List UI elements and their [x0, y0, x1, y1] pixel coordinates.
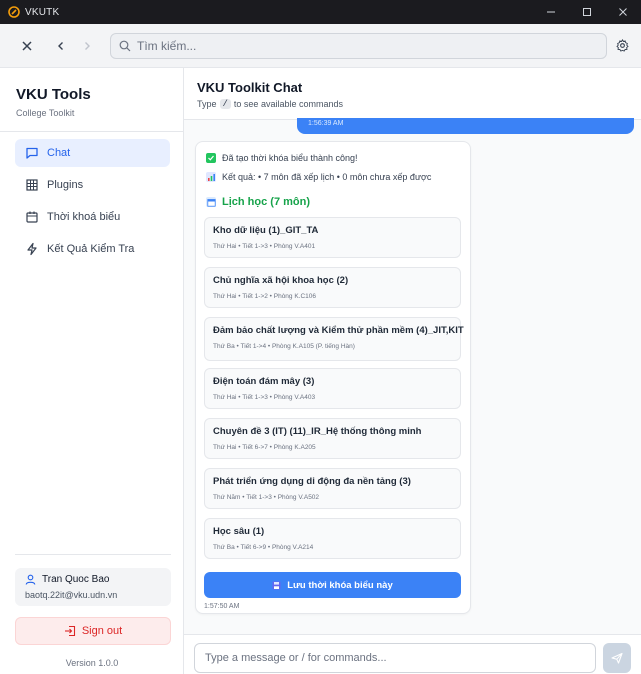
- course-card: Điện toán đám mây (3) Thứ Hai • Tiết 1->…: [204, 368, 461, 409]
- user-name-row: Tran Quoc Bao: [25, 574, 161, 585]
- bot-message-bubble: Đã tạo thời khóa biểu thành công! Kết qu…: [195, 141, 471, 614]
- user-name: Tran Quoc Bao: [42, 574, 110, 585]
- chevron-right-icon: [85, 41, 90, 50]
- sign-out-button[interactable]: Sign out: [15, 617, 171, 645]
- back-button[interactable]: [48, 33, 74, 59]
- app-logo-icon: [8, 6, 20, 18]
- course-name: Kho dữ liệu (1)_GIT_TA: [213, 225, 319, 236]
- chat-subtitle-before: Type: [197, 99, 217, 109]
- user-email: baotq.22it@vku.udn.vn: [25, 590, 118, 600]
- schedule-title-text: Lịch học (7 môn): [222, 196, 310, 208]
- send-icon: [611, 652, 623, 664]
- course-card: Đảm bảo chất lượng và Kiểm thử phần mềm …: [204, 317, 464, 361]
- save-timetable-button[interactable]: Lưu thời khóa biểu này: [204, 572, 461, 598]
- sidebar-divider: [0, 131, 184, 132]
- sidebar-item-timetable[interactable]: Thời khoá biểu: [15, 203, 170, 231]
- send-button[interactable]: [603, 643, 631, 673]
- course-card: Chủ nghĩa xã hội khoa học (2) Thứ Hai • …: [204, 267, 461, 308]
- save-timetable-label: Lưu thời khóa biểu này: [287, 579, 393, 591]
- result-line: Kết quả: • 7 môn đã xếp lịch • 0 môn chư…: [206, 172, 431, 182]
- check-icon: [206, 153, 216, 163]
- close-icon: [22, 40, 32, 51]
- close-window-button[interactable]: [605, 0, 641, 24]
- forward-button[interactable]: [74, 33, 100, 59]
- course-card: Chuyên đề 3 (IT) (11)_IR_Hệ thống thông …: [204, 418, 461, 459]
- course-card: Học sâu (1) Thứ Ba • Tiết 6->9 • Phòng V…: [204, 518, 461, 559]
- sidebar-menu: Chat Plugins Thời khoá biểu Kết Quả Kiểm…: [15, 139, 170, 267]
- course-meta: Thứ Ba • Tiết 6->9 • Phòng V.A214: [213, 544, 314, 551]
- course-meta: Thứ Hai • Tiết 1->3 • Phòng V.A403: [213, 394, 316, 401]
- course-name: Chuyên đề 3 (IT) (11)_IR_Hệ thống thông …: [213, 426, 422, 437]
- chat-header: VKU Toolkit Chat Type / to see available…: [184, 68, 641, 120]
- course-meta: Thứ Hai • Tiết 1->2 • Phòng K.C106: [213, 293, 317, 300]
- chat-subtitle: Type / to see available commands: [197, 99, 343, 109]
- course-name: Phát triển ứng dụng di động đa nền tảng …: [213, 476, 411, 487]
- sign-out-icon: [64, 625, 76, 637]
- user-card: Tran Quoc Bao baotq.22it@vku.udn.vn: [15, 568, 171, 606]
- course-meta: Thứ Hai • Tiết 6->7 • Phòng K.A205: [213, 444, 316, 451]
- sidebar-item-label: Kết Quả Kiểm Tra: [47, 243, 135, 255]
- lightning-icon: [25, 242, 39, 256]
- window-titlebar: VKUTK: [0, 0, 641, 24]
- search-input[interactable]: [137, 38, 577, 53]
- app-name: VKUTK: [25, 6, 60, 18]
- course-name: Điện toán đám mây (3): [213, 376, 315, 387]
- chat-panel: VKU Toolkit Chat Type / to see available…: [184, 68, 641, 674]
- user-icon: [25, 574, 36, 585]
- window-controls: [533, 0, 641, 24]
- version-label: Version 1.0.0: [65, 658, 119, 668]
- sidebar: VKU Tools College Toolkit Chat Plugins T…: [0, 68, 184, 674]
- settings-button[interactable]: [609, 33, 635, 59]
- maximize-button[interactable]: [569, 0, 605, 24]
- sidebar-item-label: Thời khoá biểu: [47, 211, 121, 223]
- success-line: Đã tạo thời khóa biểu thành công!: [206, 153, 358, 163]
- sidebar-item-plugins[interactable]: Plugins: [15, 171, 170, 199]
- course-meta: Thứ Năm • Tiết 1->3 • Phòng V.A502: [213, 494, 320, 501]
- course-card: Phát triển ứng dụng di động đa nền tảng …: [204, 468, 461, 509]
- brand-title: VKU Tools: [16, 86, 91, 103]
- command-key: /: [219, 99, 231, 109]
- maximize-icon: [583, 8, 591, 16]
- chat-title: VKU Toolkit Chat: [197, 80, 303, 95]
- course-name: Học sâu (1): [213, 526, 265, 537]
- sidebar-item-label: Chat: [47, 147, 71, 159]
- close-tab-button[interactable]: [14, 33, 40, 59]
- calendar-icon: [206, 197, 216, 207]
- brand-subtitle: College Toolkit: [16, 108, 75, 118]
- sign-out-label: Sign out: [81, 625, 123, 637]
- course-meta: Thứ Ba • Tiết 1->4 • Phòng K.A105 (P. ti…: [213, 343, 355, 350]
- success-text: Đã tạo thời khóa biểu thành công!: [222, 153, 358, 163]
- floppy-disk-icon: [272, 581, 281, 590]
- navigation-bar: [0, 24, 641, 68]
- search-icon: [119, 40, 131, 51]
- sidebar-item-test-results[interactable]: Kết Quả Kiểm Tra: [15, 235, 170, 263]
- chat-subtitle-after: to see available commands: [233, 99, 343, 109]
- sidebar-divider: [15, 554, 171, 555]
- gear-icon: [615, 39, 629, 52]
- minimize-icon: [547, 11, 555, 13]
- course-name: Chủ nghĩa xã hội khoa học (2): [213, 275, 349, 286]
- grid-icon: [25, 178, 39, 192]
- course-meta: Thứ Hai • Tiết 1->3 • Phòng V.A401: [213, 243, 316, 250]
- search-box[interactable]: [110, 32, 607, 59]
- bar-chart-icon: [206, 172, 216, 182]
- result-text: Kết quả: • 7 môn đã xếp lịch • 0 môn chư…: [222, 172, 432, 182]
- message-composer: [184, 634, 641, 674]
- chevron-left-icon: [58, 41, 63, 50]
- course-card: Kho dữ liệu (1)_GIT_TA Thứ Hai • Tiết 1-…: [204, 217, 461, 258]
- bot-message-time: 1:57:50 AM: [204, 603, 240, 610]
- schedule-title: Lịch học (7 môn): [206, 196, 310, 208]
- chat-icon: [25, 146, 39, 160]
- user-message-time: 1:56:39 AM: [308, 120, 344, 127]
- user-message-bubble: 1:56:39 AM: [297, 118, 634, 134]
- minimize-button[interactable]: [533, 0, 569, 24]
- calendar-icon: [25, 210, 39, 224]
- close-icon: [619, 8, 627, 16]
- sidebar-item-label: Plugins: [47, 179, 84, 191]
- sidebar-item-chat[interactable]: Chat: [15, 139, 170, 167]
- course-name: Đảm bảo chất lượng và Kiểm thử phần mềm …: [213, 325, 464, 336]
- message-input[interactable]: [194, 643, 596, 673]
